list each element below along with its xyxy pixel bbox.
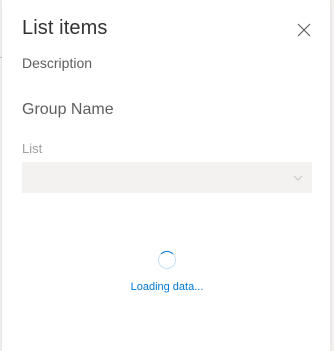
loading-text: Loading data... (130, 281, 204, 293)
panel-description: Description (22, 55, 93, 71)
close-icon (297, 23, 311, 37)
list-dropdown[interactable] (22, 162, 312, 193)
list-items-panel: List items Description Group Name List L… (2, 0, 330, 351)
close-button[interactable] (294, 20, 314, 40)
loading-spinner (158, 251, 176, 269)
chevron-down-icon (293, 175, 303, 181)
group-name-heading: Group Name (22, 101, 114, 118)
panel-title: List items (22, 17, 108, 39)
list-field-label: List (22, 141, 43, 156)
